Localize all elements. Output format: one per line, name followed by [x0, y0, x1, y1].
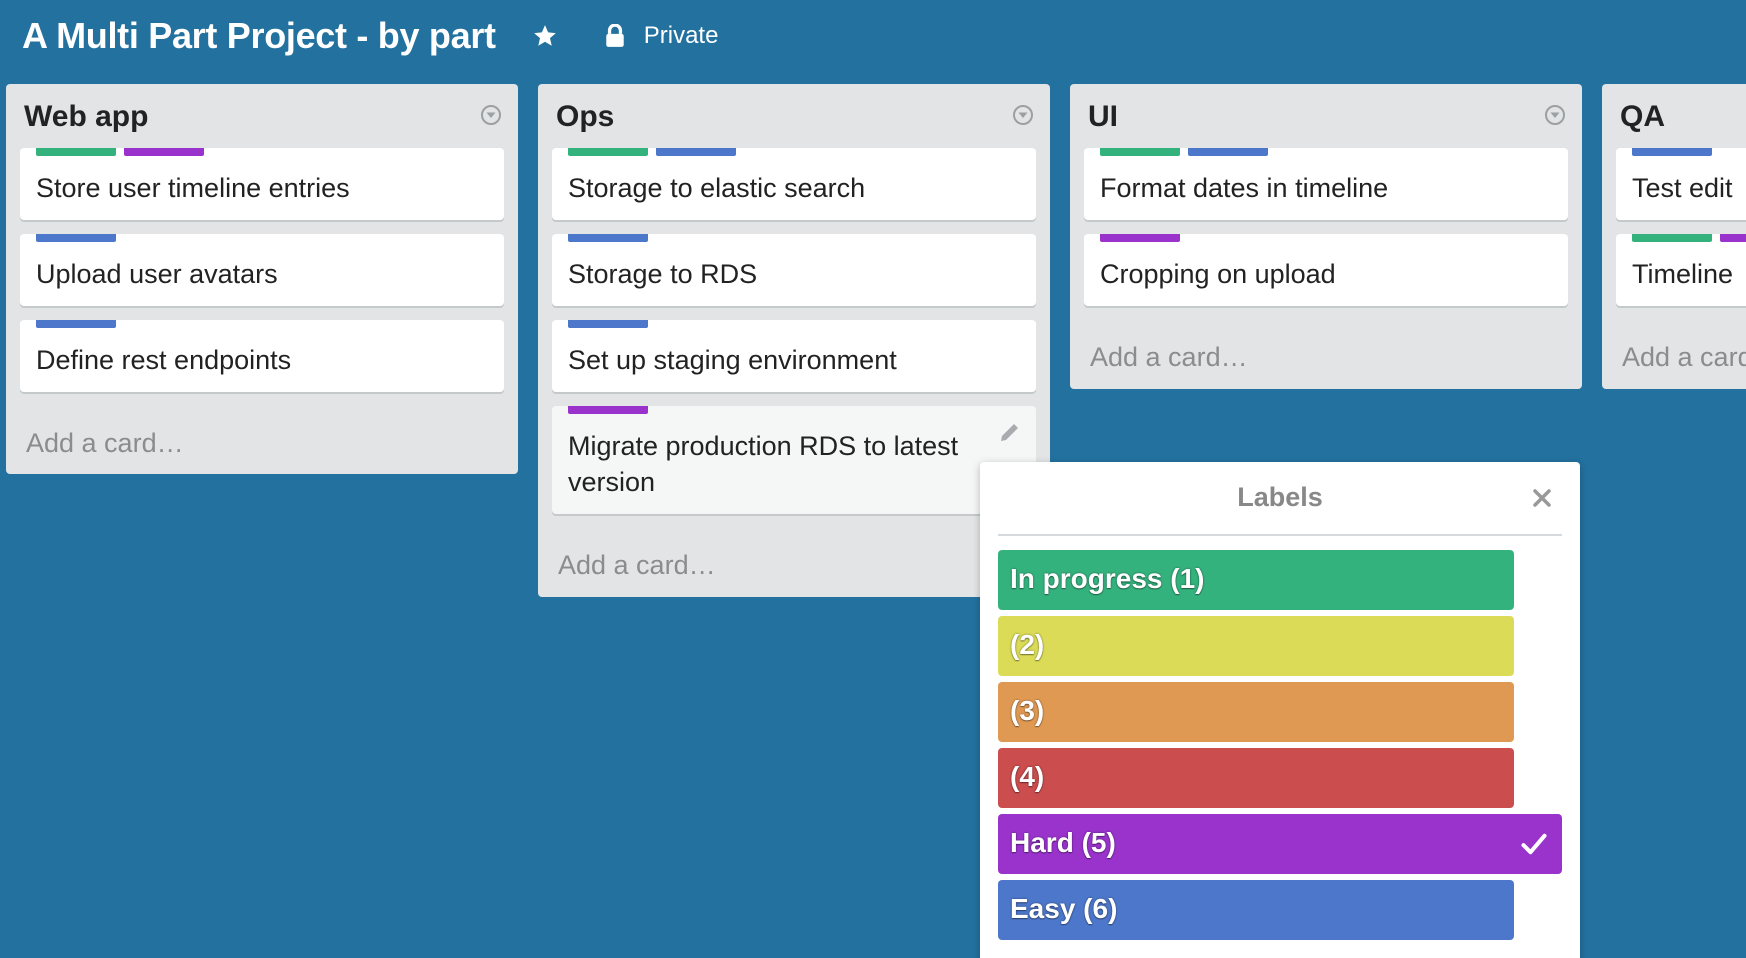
- label-option-text: Easy (6): [1010, 893, 1118, 924]
- close-icon[interactable]: [1530, 486, 1554, 510]
- label-option-hard[interactable]: Hard (5): [998, 814, 1562, 874]
- card[interactable]: Upload user avatars: [20, 234, 504, 306]
- list-title[interactable]: UI: [1088, 100, 1118, 134]
- add-card-button[interactable]: Add a card…: [558, 550, 716, 581]
- label-option-text: In progress (1): [1010, 563, 1205, 594]
- card-labels: [568, 148, 736, 156]
- card-title: Migrate production RDS to latest version: [568, 431, 959, 497]
- card-labels: [36, 320, 116, 328]
- label-option-text: (2): [1010, 629, 1045, 660]
- popover-title: Labels: [1237, 482, 1323, 512]
- card[interactable]: Migrate production RDS to latest version: [552, 406, 1036, 514]
- label-option-text: (4): [1010, 761, 1045, 792]
- check-icon: [1521, 833, 1547, 855]
- card-labels: [568, 320, 648, 328]
- add-card-button[interactable]: Add a card…: [1090, 342, 1248, 373]
- card[interactable]: Format dates in timeline: [1084, 148, 1568, 220]
- card-label-green: [1632, 234, 1712, 242]
- labels-popover: Labels In progress (1) (2) (3) (4) Hard …: [980, 462, 1580, 958]
- card[interactable]: Cropping on upload: [1084, 234, 1568, 306]
- card-label-purple: [124, 148, 204, 156]
- card-label-green: [568, 148, 648, 156]
- card[interactable]: Timeline: [1616, 234, 1746, 306]
- card-label-blue: [568, 234, 648, 242]
- card-title: Set up staging environment: [568, 345, 897, 375]
- card[interactable]: Storage to RDS: [552, 234, 1036, 306]
- label-option-text: (3): [1010, 695, 1045, 726]
- label-option-3[interactable]: (3): [998, 682, 1514, 742]
- card-title: Test edit: [1632, 173, 1733, 203]
- card-title: Storage to RDS: [568, 259, 758, 289]
- board-header: A Multi Part Project - by part Private: [22, 12, 718, 60]
- card-labels: [568, 234, 648, 242]
- card-label-blue: [656, 148, 736, 156]
- card[interactable]: Test edit: [1616, 148, 1746, 220]
- card-labels: [1632, 234, 1746, 242]
- list-title[interactable]: Ops: [556, 100, 614, 134]
- card-labels: [1100, 234, 1180, 242]
- privacy-label[interactable]: Private: [644, 22, 719, 50]
- card[interactable]: Store user timeline entries: [20, 148, 504, 220]
- card-title: Storage to elastic search: [568, 173, 866, 203]
- list-ops: Ops Storage to elastic search Storage to…: [538, 84, 1050, 597]
- chevron-down-circle-icon[interactable]: [1012, 104, 1034, 126]
- card-title: Store user timeline entries: [36, 173, 350, 203]
- label-option-4[interactable]: (4): [998, 748, 1514, 808]
- label-option-2[interactable]: (2): [998, 616, 1514, 676]
- label-option-in-progress[interactable]: In progress (1): [998, 550, 1514, 610]
- list-ui: UI Format dates in timeline Cropping on …: [1070, 84, 1582, 389]
- card[interactable]: Set up staging environment: [552, 320, 1036, 392]
- card-labels: [568, 406, 648, 414]
- pencil-icon[interactable]: [998, 420, 1022, 444]
- card-labels: [1100, 148, 1268, 156]
- card-label-green: [36, 148, 116, 156]
- board-title[interactable]: A Multi Part Project - by part: [22, 15, 496, 57]
- add-card-button[interactable]: Add a card…: [26, 428, 184, 459]
- card[interactable]: Define rest endpoints: [20, 320, 504, 392]
- lock-icon: [606, 24, 624, 47]
- list-title[interactable]: Web app: [24, 100, 148, 134]
- card-title: Define rest endpoints: [36, 345, 292, 375]
- label-option-text: Hard (5): [1010, 827, 1116, 858]
- card-label-blue: [1632, 148, 1712, 156]
- card-label-blue: [36, 234, 116, 242]
- list-web-app: Web app Store user timeline entries Uplo…: [6, 84, 518, 474]
- chevron-down-circle-icon[interactable]: [480, 104, 502, 126]
- card-labels: [36, 234, 116, 242]
- card-label-purple: [1100, 234, 1180, 242]
- card-label-purple: [1720, 234, 1746, 242]
- star-icon[interactable]: [532, 23, 558, 49]
- list-title[interactable]: QA: [1620, 100, 1665, 134]
- card-label-blue: [568, 320, 648, 328]
- card[interactable]: Storage to elastic search: [552, 148, 1036, 220]
- card-title: Cropping on upload: [1100, 259, 1336, 289]
- label-option-easy[interactable]: Easy (6): [998, 880, 1514, 940]
- popover-divider: [998, 534, 1562, 536]
- board: A Multi Part Project - by part Private W…: [0, 0, 1746, 958]
- card-label-green: [1100, 148, 1180, 156]
- card-title: Upload user avatars: [36, 259, 278, 289]
- card-title: Format dates in timeline: [1100, 173, 1389, 203]
- add-card-button[interactable]: Add a card…: [1622, 342, 1746, 373]
- card-label-blue: [1188, 148, 1268, 156]
- chevron-down-circle-icon[interactable]: [1544, 104, 1566, 126]
- list-qa: QA Test edit Timeline Add a card…: [1602, 84, 1746, 389]
- card-title: Timeline: [1632, 259, 1734, 289]
- card-label-blue: [36, 320, 116, 328]
- card-labels: [1632, 148, 1712, 156]
- card-labels: [36, 148, 204, 156]
- card-label-purple: [568, 406, 648, 414]
